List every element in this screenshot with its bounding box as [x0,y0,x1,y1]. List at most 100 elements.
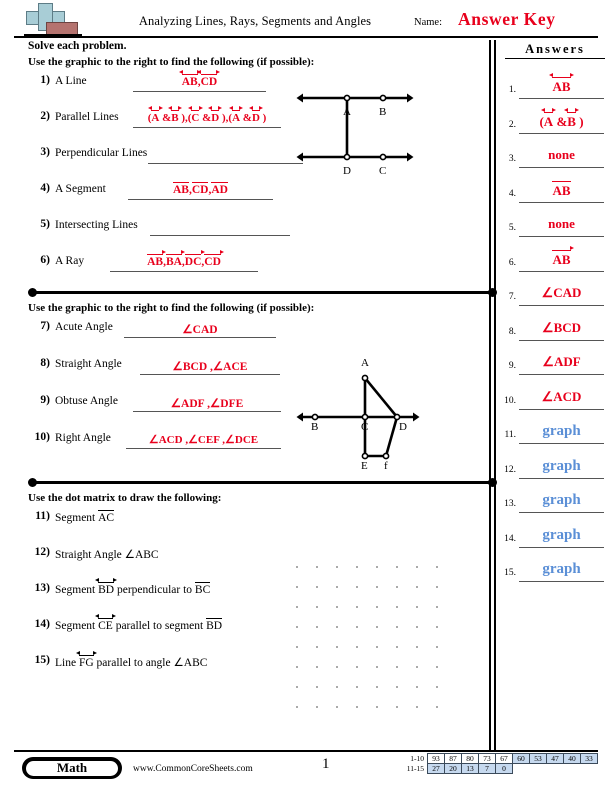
answer-row-value: ∠BCD [541,319,582,335]
matrix-dot [316,706,318,708]
website-url: www.CommonCoreSheets.com [133,764,253,774]
answer-number: 8. [508,326,516,337]
notation-ray: BA [165,250,186,268]
notation-line: AB [549,73,574,95]
answers-column-divider-left [489,40,491,750]
math-notation: Line FG parallel to angle ∠ABC [55,651,207,669]
notation-bar: AB [552,180,571,198]
diagram-point-label: C [379,165,387,177]
notation-ray: AB [552,245,574,268]
answer-number: 3. [508,154,516,164]
matrix-dot [316,586,318,588]
worksheet-page: Analyzing Lines, Rays, Segments and Angl… [0,0,612,792]
score-cell: 60 [512,753,530,764]
answer-line [148,163,303,164]
matrix-dot [356,586,358,588]
answer-row-value: ∠CAD [541,285,582,300]
problem-row: 12) Straight Angle ∠ABC [28,546,308,576]
notation-ray: CD [204,250,225,268]
answer-row-value: AB [519,180,604,199]
page-number: 1 [322,756,330,772]
problem-number: 5) [40,218,50,230]
math-notation: Segment CE parallel to segment BD [55,614,223,632]
answer-row-line [519,132,604,134]
matrix-dot [396,666,398,668]
answer-row-line [519,546,604,548]
answer-number: 14. [504,533,516,544]
problem-number: 1) [40,74,50,86]
matrix-dot [336,686,338,688]
instruction-section-1: Use the graphic to the right to find the… [28,56,315,68]
problem-number: 3) [40,146,50,158]
answer-row: 14. graph [500,521,608,555]
answer-row: 9. ∠ADF [500,348,608,382]
notation-bar: CD [191,182,209,196]
notation-bar: AB [173,182,189,196]
diagram-point-label: A [361,357,369,369]
answer-number: 4. [508,188,516,199]
score-row-label: 1-10 [410,754,424,763]
answer-row-line [519,98,604,100]
answer-number: 10. [504,395,516,406]
matrix-dot [416,626,418,628]
score-cell-empty [513,764,530,774]
answer-row: 11. graph [500,417,608,451]
subject-badge: Math [22,757,122,779]
math-notation: AB, BA, DC, CD [147,250,225,268]
answer-row: 1. AB [500,72,608,106]
math-notation: (A & B ),(C & D ),(A & D ) [148,106,267,124]
problem-number: 8) [40,357,50,369]
answer-row-line [519,477,604,479]
problem-text: A Segment [55,183,106,195]
answer-number: 1. [508,85,516,95]
matrix-dot [436,626,438,628]
dot-matrix-grid [296,566,441,711]
answer-line [133,127,281,128]
matrix-dot [396,586,398,588]
notation-text: Straight Angle ∠ABC [55,549,159,561]
matrix-dot [436,566,438,568]
notation-text: ) [259,112,267,124]
score-cell: 7 [478,763,496,774]
problem-row: 5) Intersecting Lines [28,218,498,248]
notation-text: Segment [55,584,99,596]
notation-line: AB [178,70,201,88]
matrix-dot [296,606,298,608]
problem-number: 13) [34,582,50,594]
answer-row-value: graph [542,492,581,508]
name-label: Name: [414,17,442,28]
notation-text: Segment [55,620,99,632]
matrix-dot [336,626,338,628]
answer-key-label: Answer Key [458,9,556,29]
score-cell: 33 [580,753,598,764]
problem-text: Parallel Lines [55,111,119,123]
matrix-dot [436,646,438,648]
matrix-dot [316,646,318,648]
answer-row-line [519,201,604,203]
matrix-dot [356,646,358,648]
answer-row-value: AB [519,245,604,268]
answer-number: 6. [508,257,516,268]
subject-badge-label: Math [26,760,118,776]
notation-line: D [248,106,264,124]
notation-ray: AB [147,250,167,268]
matrix-dot [436,586,438,588]
score-cell: 0 [495,763,513,774]
diagram-point-label: B [379,106,387,118]
matrix-dot [296,706,298,708]
matrix-dot [316,666,318,668]
problem-number: 2) [40,110,50,122]
answer-row-value: (A & B ) [519,107,604,130]
matrix-dot [356,706,358,708]
diagram-point-label: D [343,165,351,177]
notation-line: B [168,106,182,124]
answer-row: 10. ∠ACD [500,383,608,417]
answer-row-line [519,512,604,514]
score-row-label: 11-15 [406,764,424,773]
answer-number: 15. [504,568,516,578]
answer-value: AB, CD [133,70,266,88]
answer-row: 2. (A & B ) [500,107,608,141]
matrix-dot [296,646,298,648]
matrix-dot [416,666,418,668]
matrix-dot [376,626,378,628]
